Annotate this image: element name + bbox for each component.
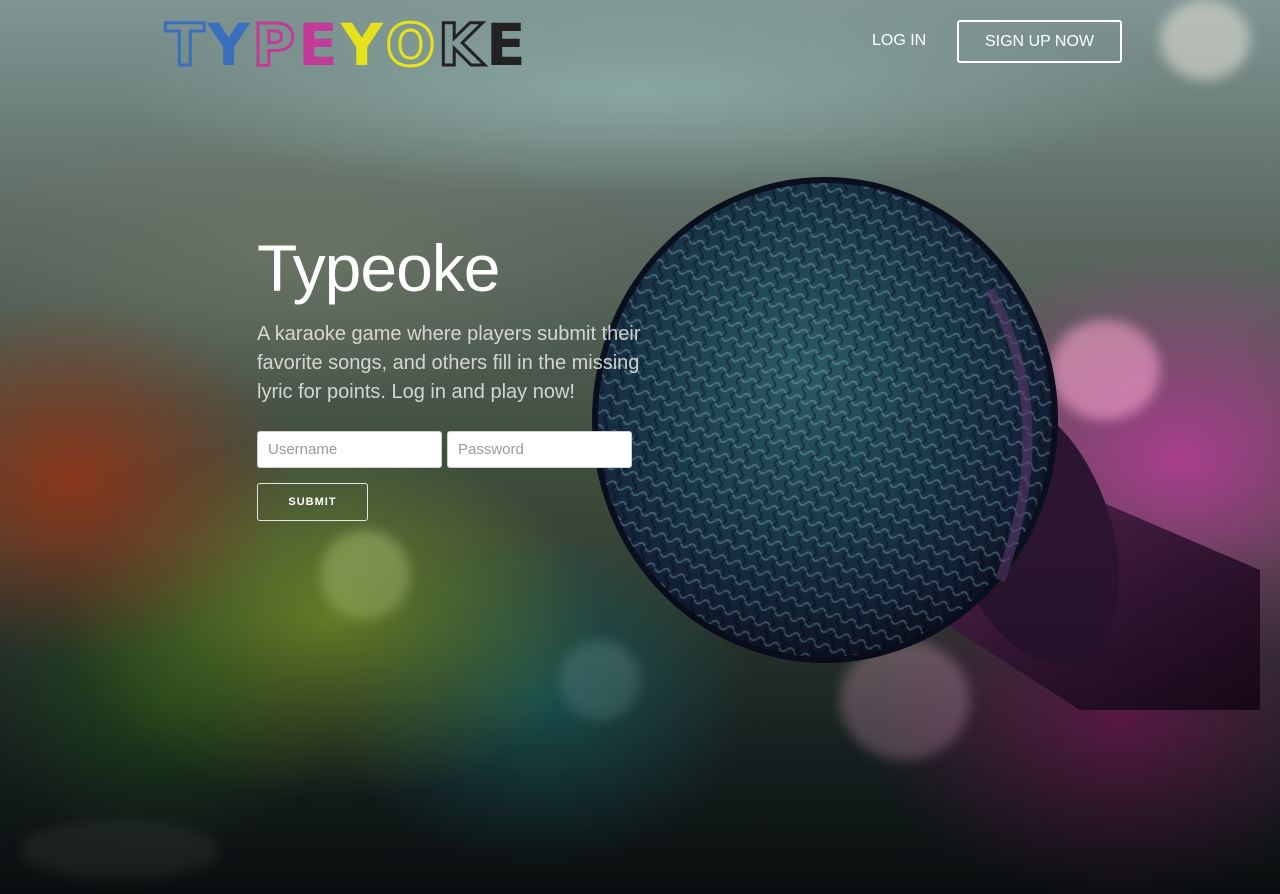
signup-button[interactable]: SIGN UP NOW	[957, 20, 1122, 63]
hero-title: Typeoke	[257, 231, 501, 305]
hero-description: A karaoke game where players submit thei…	[257, 323, 641, 403]
logo-letter: P	[251, 11, 296, 79]
logo-letter: Y	[207, 11, 250, 79]
login-form	[257, 431, 677, 468]
hero-section: Typeoke A karaoke game where players sub…	[257, 228, 677, 521]
login-link[interactable]: LOG IN	[862, 20, 936, 62]
password-input[interactable]	[447, 431, 632, 468]
typeyoke-logo[interactable]: TYPEYOKE	[164, 11, 526, 79]
username-input[interactable]	[257, 431, 442, 468]
logo-letter: K	[437, 11, 485, 79]
submit-button[interactable]: SUBMIT	[257, 483, 368, 521]
logo-letter: E	[298, 11, 338, 79]
logo-letter: T	[164, 11, 207, 79]
site-header: TYPEYOKE LOG IN SIGN UP NOW	[0, 0, 1280, 84]
logo-letter: Y	[340, 11, 383, 79]
logo-letter: E	[485, 11, 526, 79]
logo-letter: O	[384, 11, 436, 79]
landing-page: TYPEYOKE LOG IN SIGN UP NOW Typeoke A ka…	[0, 0, 1280, 894]
